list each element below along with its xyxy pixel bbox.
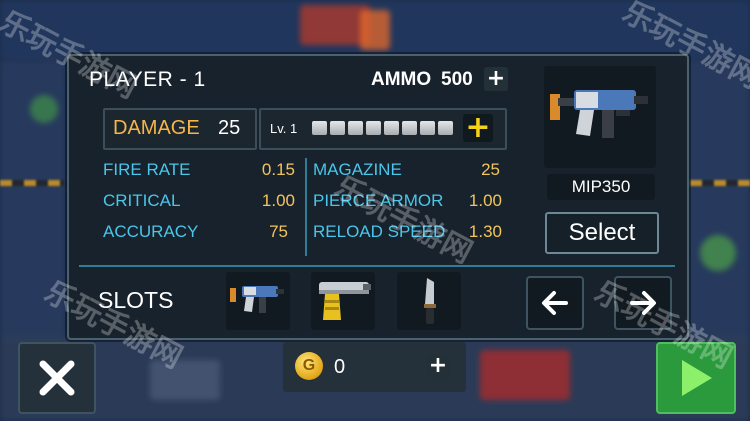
stat-name: ACCURACY xyxy=(103,222,199,241)
play-button[interactable] xyxy=(656,342,736,414)
next-weapon-button[interactable] xyxy=(614,276,672,330)
slots-label: SLOTS xyxy=(98,287,174,313)
buy-coins-button[interactable]: + xyxy=(426,354,450,378)
upgrade-level-button[interactable]: + xyxy=(463,110,493,145)
smg-gun-icon xyxy=(230,286,284,313)
slots-divider xyxy=(79,265,675,267)
ammo-value: 500 xyxy=(441,69,473,90)
slot-3[interactable] xyxy=(397,272,461,330)
heavy-pistol-icon xyxy=(319,282,371,320)
level-segment xyxy=(402,121,417,135)
close-icon xyxy=(39,360,75,396)
arrow-left-icon xyxy=(542,291,568,315)
stat-name: PIERCE ARMOR xyxy=(313,191,444,210)
level-segment xyxy=(366,121,381,135)
level-segment xyxy=(348,121,363,135)
knife-icon xyxy=(424,278,436,324)
ammo-label: AMMO xyxy=(371,69,432,90)
level-segment xyxy=(312,121,327,135)
stat-value: 1.00 xyxy=(468,191,502,210)
level-segment xyxy=(384,121,399,135)
stat-value: 1.00 xyxy=(261,191,295,210)
stat-name: FIRE RATE xyxy=(103,160,191,179)
arrow-right-icon xyxy=(630,291,656,315)
close-button[interactable] xyxy=(18,342,96,414)
stat-name: MAGAZINE xyxy=(313,160,402,179)
slot-2[interactable] xyxy=(311,272,375,330)
select-button[interactable]: Select xyxy=(545,212,659,254)
coin-balance-bar: G 0 + xyxy=(283,342,466,392)
plus-icon: + xyxy=(465,110,491,145)
stats-divider xyxy=(305,158,307,256)
stat-name: CRITICAL xyxy=(103,191,181,210)
damage-box: DAMAGE 25 xyxy=(103,108,257,150)
stat-value: 25 xyxy=(481,160,500,179)
damage-label: DAMAGE xyxy=(113,117,200,139)
buy-ammo-button[interactable]: + xyxy=(484,67,508,91)
gold-coin-icon: G xyxy=(295,352,323,380)
plus-icon: + xyxy=(486,66,506,91)
player-label: PLAYER - 1 xyxy=(89,68,206,91)
stat-value: 75 xyxy=(269,222,288,241)
level-segment xyxy=(438,121,453,135)
weapon-name: MIP350 xyxy=(547,174,655,200)
slot-1[interactable] xyxy=(226,272,290,330)
stat-name: RELOAD SPEED xyxy=(313,222,446,241)
weapon-preview xyxy=(544,66,656,168)
weapon-stats-panel: PLAYER - 1 AMMO 500 + DAMAGE 25 Lv. 1 + … xyxy=(67,54,689,340)
plus-icon: + xyxy=(428,353,448,378)
damage-value: 25 xyxy=(218,117,241,139)
level-segment xyxy=(420,121,435,135)
level-segment xyxy=(330,121,345,135)
stat-value: 1.30 xyxy=(468,222,502,241)
coin-value: 0 xyxy=(334,356,346,378)
smg-gun-icon xyxy=(550,90,648,138)
level-label: Lv. 1 xyxy=(270,121,298,136)
level-box: Lv. 1 + xyxy=(259,108,507,150)
level-progress-bar xyxy=(312,121,453,135)
play-icon xyxy=(682,360,712,396)
stat-value: 0.15 xyxy=(261,160,295,179)
prev-weapon-button[interactable] xyxy=(526,276,584,330)
